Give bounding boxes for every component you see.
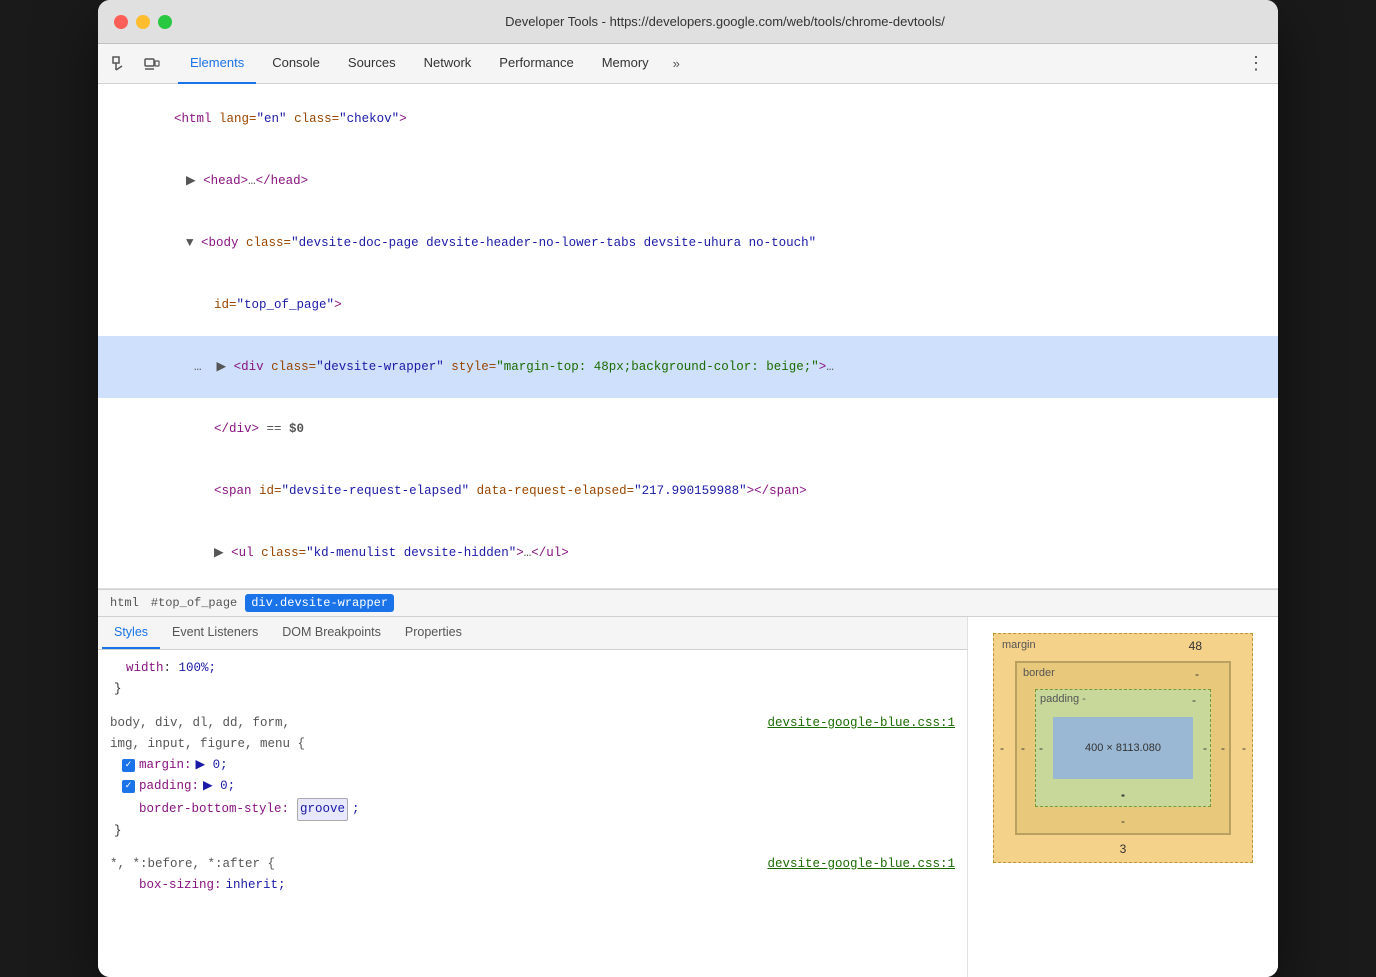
devtools-body: <html lang="en" class="chekov"> ▶ <head>… xyxy=(98,84,1278,977)
css-selector2: img, input, figure, menu { xyxy=(110,734,955,755)
dom-line[interactable]: id="top_of_page"> xyxy=(98,274,1278,336)
css-rule-width: width: 100%; } xyxy=(110,658,955,701)
bottom-panel: Styles Event Listeners DOM Breakpoints P… xyxy=(98,617,1278,977)
content-size: 400 × 8113.080 xyxy=(1085,742,1161,754)
styles-panel: Styles Event Listeners DOM Breakpoints P… xyxy=(98,617,968,977)
padding-checkbox[interactable] xyxy=(122,780,135,793)
border-top-value: - xyxy=(1195,667,1199,681)
breadcrumb-devsite-wrapper[interactable]: div.devsite-wrapper xyxy=(245,594,394,612)
css-margin-line: margin: ▶ 0; xyxy=(110,755,955,776)
css-padding-line: padding: ▶ 0; xyxy=(110,776,955,797)
dom-line[interactable]: <span id="devsite-request-elapsed" data-… xyxy=(98,460,1278,522)
more-tabs-button[interactable]: » xyxy=(665,44,688,84)
padding-right-value: - xyxy=(1203,741,1207,755)
dom-line[interactable]: ▶ <head>…</head> xyxy=(98,150,1278,212)
border-bottom-value: - xyxy=(1017,814,1229,828)
css-file-link[interactable]: devsite-google-blue.css:1 xyxy=(767,713,955,734)
tab-network[interactable]: Network xyxy=(412,44,484,84)
tab-memory[interactable]: Memory xyxy=(590,44,661,84)
content-bottom-dash: - xyxy=(993,787,1253,801)
tab-styles[interactable]: Styles xyxy=(102,617,160,649)
tab-sources[interactable]: Sources xyxy=(336,44,408,84)
css-boxsizing-line: box-sizing: inherit; xyxy=(110,875,955,896)
padding-top-value: - xyxy=(1192,693,1196,707)
border-left-value: - xyxy=(1021,741,1025,755)
margin-bottom-value: 3 xyxy=(994,842,1252,856)
box-model-panel: margin 48 3 - - border - - - - xyxy=(968,617,1278,977)
margin-top-value: 48 xyxy=(1189,639,1202,653)
devtools-toolbar: Elements Console Sources Network Perform… xyxy=(98,44,1278,84)
tag-html: <html xyxy=(174,112,219,126)
dom-line[interactable]: </div> == $0 xyxy=(98,398,1278,460)
breadcrumb-top-of-page[interactable]: #top_of_page xyxy=(147,594,241,612)
toolbar-icons xyxy=(106,50,166,78)
minimize-button[interactable] xyxy=(136,15,150,29)
box-model-diagram: margin 48 3 - - border - - - - xyxy=(993,633,1253,863)
css-line: width: 100%; xyxy=(110,658,955,679)
close-button[interactable] xyxy=(114,15,128,29)
border-right-value: - xyxy=(1221,741,1225,755)
dom-panel: <html lang="en" class="chekov"> ▶ <head>… xyxy=(98,84,1278,589)
inspect-icon[interactable] xyxy=(106,50,134,78)
dom-line[interactable]: ▶ <ul class="kd-menulist devsite-hidden"… xyxy=(98,522,1278,584)
tab-performance[interactable]: Performance xyxy=(487,44,585,84)
tab-dom-breakpoints[interactable]: DOM Breakpoints xyxy=(270,617,393,649)
css-rule-boxsizing: *, *:before, *:after { devsite-google-bl… xyxy=(110,854,955,897)
border-label: border xyxy=(1023,667,1055,679)
margin-label: margin xyxy=(1002,639,1036,651)
dom-line-selected[interactable]: … ▶ <div class="devsite-wrapper" style="… xyxy=(98,336,1278,398)
tab-properties[interactable]: Properties xyxy=(393,617,474,649)
tab-event-listeners[interactable]: Event Listeners xyxy=(160,617,270,649)
styles-content: width: 100%; } body, div, dl, dd, form, … xyxy=(98,650,967,977)
dom-line[interactable]: ▼ <body class="devsite-doc-page devsite-… xyxy=(98,212,1278,274)
styles-tabs: Styles Event Listeners DOM Breakpoints P… xyxy=(98,617,967,650)
css-selector3: *, *:before, *:after { xyxy=(110,854,275,875)
device-icon[interactable] xyxy=(138,50,166,78)
css-rule-reset: body, div, dl, dd, form, devsite-google-… xyxy=(110,713,955,843)
tab-console[interactable]: Console xyxy=(260,44,332,84)
padding-left-value: - xyxy=(1039,741,1043,755)
css-brace: } xyxy=(110,821,955,842)
title-bar: Developer Tools - https://developers.goo… xyxy=(98,0,1278,44)
content-box: 400 × 8113.080 xyxy=(1053,717,1193,779)
margin-checkbox[interactable] xyxy=(122,759,135,772)
traffic-lights xyxy=(114,15,172,29)
breadcrumb-html[interactable]: html xyxy=(106,594,143,612)
css-file-link2[interactable]: devsite-google-blue.css:1 xyxy=(767,854,955,875)
devtools-window: Developer Tools - https://developers.goo… xyxy=(98,0,1278,977)
dom-line[interactable]: <html lang="en" class="chekov"> xyxy=(98,88,1278,150)
css-selector: body, div, dl, dd, form, xyxy=(110,713,313,734)
menu-button[interactable]: ⋮ xyxy=(1242,50,1270,78)
window-title: Developer Tools - https://developers.goo… xyxy=(188,14,1262,29)
margin-right-value: - xyxy=(1242,741,1246,755)
breadcrumb: html #top_of_page div.devsite-wrapper xyxy=(98,589,1278,617)
css-brace: } xyxy=(110,679,955,700)
maximize-button[interactable] xyxy=(158,15,172,29)
css-border-line: border-bottom-style: groove ; xyxy=(110,798,955,821)
tab-elements[interactable]: Elements xyxy=(178,44,256,84)
groove-highlight: groove xyxy=(297,798,348,821)
margin-left-value: - xyxy=(1000,741,1004,755)
padding-label: padding - xyxy=(1040,693,1086,705)
